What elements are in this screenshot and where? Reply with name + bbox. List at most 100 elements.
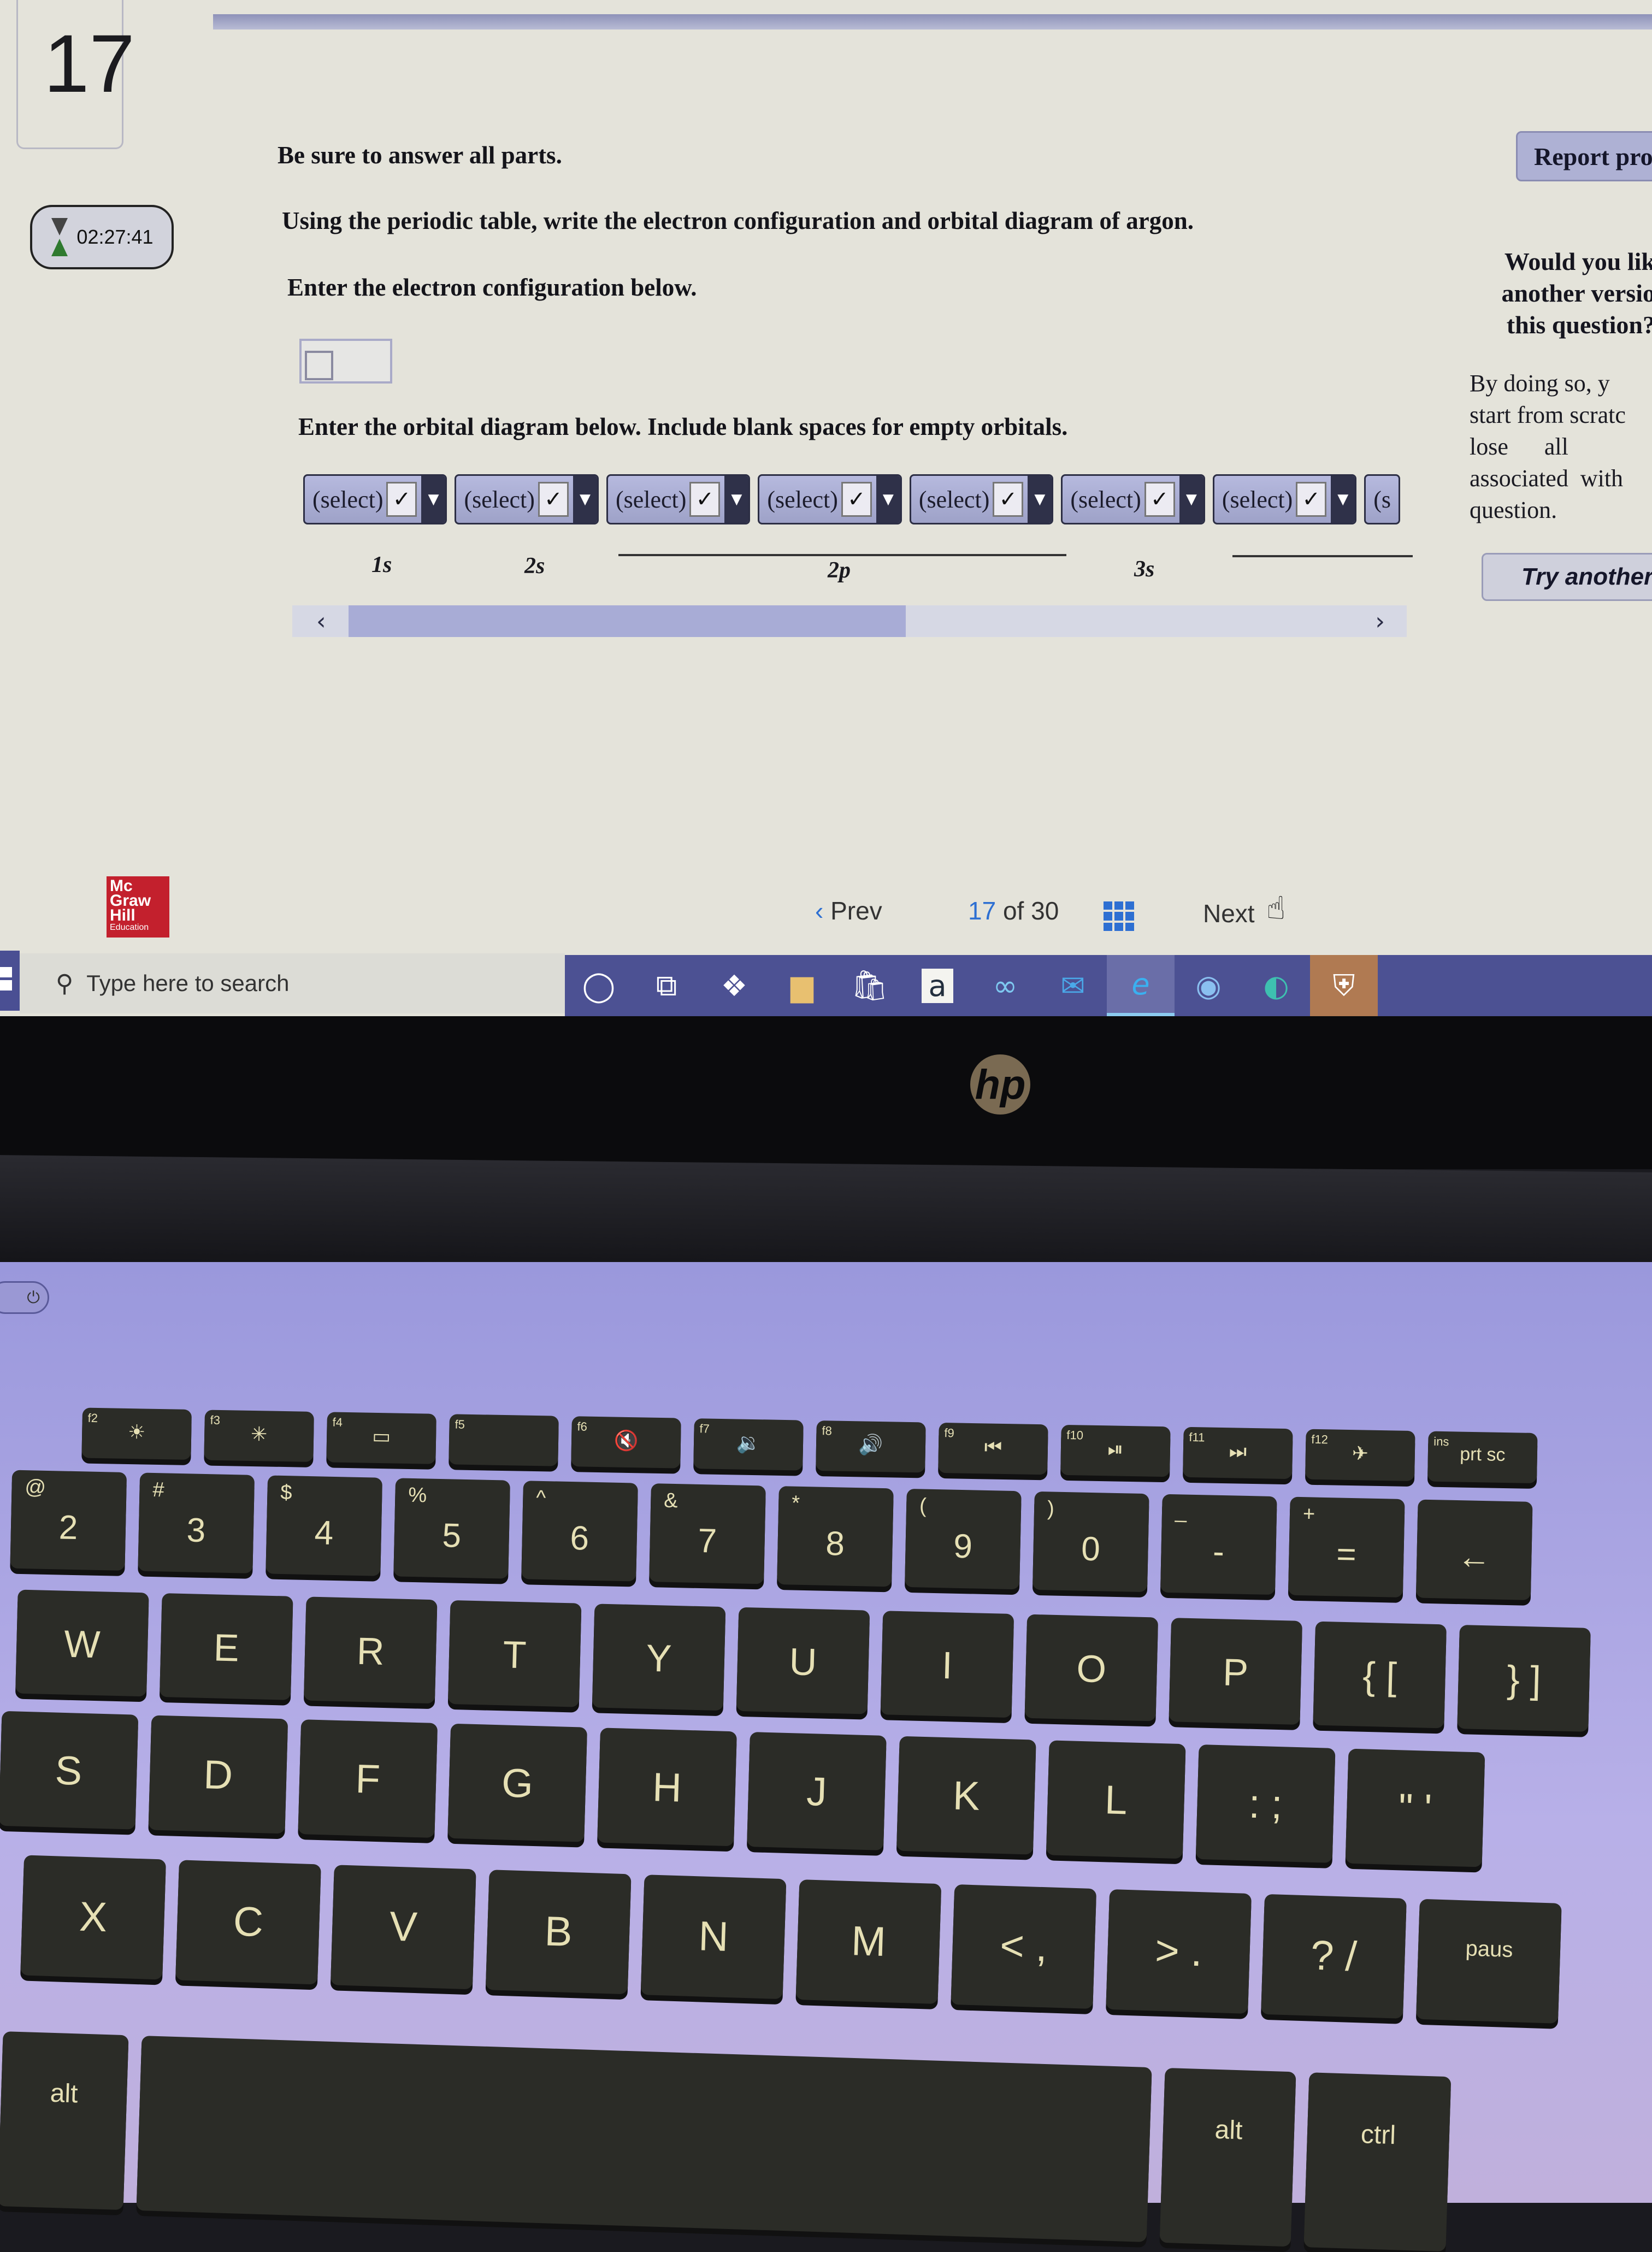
dropdown-arrow-icon[interactable]: ▼ <box>573 476 597 523</box>
key-space[interactable] <box>136 2036 1152 2242</box>
key-h[interactable]: H <box>597 1728 737 1847</box>
key-}][interactable]: } ] <box>1457 1625 1591 1732</box>
orbital-select-5[interactable]: (select) ✓ ▼ <box>909 474 1054 524</box>
key-t[interactable]: T <box>447 1600 582 1707</box>
dropdown-arrow-icon[interactable]: ▼ <box>1179 476 1203 523</box>
mail-icon[interactable]: ✉ <box>1039 955 1107 1016</box>
key-j[interactable]: J <box>747 1732 887 1850</box>
orbital-label-1s: 1s <box>371 552 392 577</box>
power-button[interactable]: ⏻ <box>0 1281 49 1314</box>
key-r[interactable]: R <box>303 1596 438 1704</box>
key-ctrl-right[interactable]: ctrl <box>1303 2072 1452 2252</box>
key-<,[interactable]: < , <box>951 1884 1097 2009</box>
key-7[interactable]: & 7 <box>649 1483 766 1584</box>
electron-configuration-input[interactable] <box>299 339 392 384</box>
orbital-select-3[interactable]: (select) ✓ ▼ <box>606 474 751 524</box>
key-f4[interactable]: f4 ▭ <box>326 1412 436 1464</box>
orbital-select-4[interactable]: (select) ✓ ▼ <box>758 474 902 524</box>
file-explorer-icon[interactable]: ▆ <box>768 955 836 1016</box>
key-f6[interactable]: f6 🔇 <box>571 1416 681 1469</box>
key-u[interactable]: U <box>736 1607 870 1714</box>
key-y[interactable]: Y <box>592 1603 726 1711</box>
key-3[interactable]: #3 <box>138 1472 255 1573</box>
key-l[interactable]: L <box>1046 1740 1186 1859</box>
key-x[interactable]: X <box>20 1855 167 1980</box>
try-another-button[interactable]: Try another <box>1482 553 1652 601</box>
key-f8[interactable]: f8 🔊 <box>816 1420 926 1473</box>
key-f10[interactable]: f10 ⏯ <box>1060 1424 1171 1477</box>
key-"'[interactable]: " ' <box>1345 1748 1485 1867</box>
key-?/[interactable]: ? / <box>1261 1894 1407 2019</box>
orbital-select-6[interactable]: (select) ✓ ▼ <box>1061 474 1205 524</box>
key-b[interactable]: B <box>485 1870 632 1995</box>
key-k[interactable]: K <box>896 1736 1036 1855</box>
key-alt-left[interactable]: alt <box>0 2031 129 2210</box>
key--[interactable]: _ - <box>1160 1494 1277 1595</box>
key-o[interactable]: O <box>1024 1614 1159 1722</box>
chrome-icon[interactable]: ◉ <box>1175 955 1242 1016</box>
dropdown-arrow-icon[interactable]: ▼ <box>1331 476 1355 523</box>
orbital-select-8[interactable]: (s <box>1364 474 1401 524</box>
key-m[interactable]: M <box>795 1879 942 2005</box>
key-w[interactable]: W <box>15 1589 149 1697</box>
key-d[interactable]: D <box>148 1715 288 1834</box>
orbital-horizontal-scrollbar[interactable]: ‹ › <box>292 605 1407 637</box>
report-problem-button[interactable]: Report pro <box>1516 131 1652 181</box>
dropdown-arrow-icon[interactable]: ▼ <box>876 476 900 523</box>
orbital-select-1[interactable]: (select) ✓ ▼ <box>303 474 447 524</box>
question-grid-icon[interactable] <box>1104 901 1134 931</box>
security-shield-icon[interactable]: ⛨ <box>1310 955 1378 1016</box>
orbital-select-2[interactable]: (select) ✓ ▼ <box>455 474 599 524</box>
cortana-icon[interactable]: ◯ <box>565 955 633 1016</box>
key-0[interactable]: ) 0 <box>1032 1491 1149 1593</box>
key-6[interactable]: ^ 6 <box>521 1481 638 1582</box>
key-c[interactable]: C <box>175 1860 321 1985</box>
key-e[interactable]: E <box>160 1593 293 1700</box>
key-f5[interactable]: f5 <box>449 1414 559 1466</box>
key-s[interactable]: S <box>0 1711 139 1830</box>
key-f3[interactable]: f3 ✳ <box>204 1410 314 1462</box>
key-n[interactable]: N <box>640 1874 787 2000</box>
key-4[interactable]: $4 <box>266 1475 383 1576</box>
key-i[interactable]: I <box>880 1611 1014 1718</box>
key-f12[interactable]: f12 ✈ <box>1305 1429 1415 1482</box>
key-paus[interactable]: paus <box>1415 1899 1562 2024</box>
key-f9[interactable]: f9 ⏮ <box>938 1422 1048 1475</box>
key-=[interactable]: + = <box>1288 1496 1405 1597</box>
key-8[interactable]: * 8 <box>777 1486 894 1587</box>
dropbox-icon[interactable]: ❖ <box>700 955 768 1016</box>
key->.[interactable]: > . <box>1106 1889 1252 2014</box>
orbital-select-7[interactable]: (select) ✓ ▼ <box>1212 474 1357 524</box>
next-button[interactable]: Next <box>1203 899 1255 928</box>
dropdown-arrow-icon[interactable]: ▼ <box>1028 476 1052 523</box>
internet-explorer-icon[interactable]: e <box>1107 955 1175 1016</box>
key-alt-right[interactable]: alt <box>1159 2067 1296 2247</box>
edge-icon[interactable]: ◐ <box>1242 955 1310 1016</box>
scroll-right-icon[interactable]: › <box>1375 608 1385 635</box>
key-f[interactable]: F <box>298 1719 438 1838</box>
superscript-box[interactable] <box>305 351 333 380</box>
key-f11[interactable]: f11 ⏭ <box>1183 1426 1293 1479</box>
key-g[interactable]: G <box>447 1723 588 1842</box>
key-f2[interactable]: f2 ☀ <box>81 1407 192 1460</box>
dropdown-arrow-icon[interactable]: ▼ <box>421 476 446 523</box>
dropdown-arrow-icon[interactable]: ▼ <box>724 476 749 523</box>
key-f7[interactable]: f7 🔉 <box>693 1418 804 1471</box>
key-backspace[interactable]: ← <box>1415 1499 1533 1600</box>
key-{[[interactable]: { [ <box>1313 1621 1447 1729</box>
key-p[interactable]: P <box>1169 1618 1303 1725</box>
key-:;[interactable]: : ; <box>1195 1744 1336 1863</box>
scrollbar-thumb[interactable] <box>349 605 906 637</box>
taskbar-search-input[interactable]: ⚲ Type here to search <box>20 953 565 1013</box>
key-2[interactable]: @2 <box>10 1470 127 1571</box>
infinity-app-icon[interactable]: ∞ <box>971 955 1039 1016</box>
key-v[interactable]: V <box>330 1865 476 1990</box>
microsoft-store-icon[interactable]: 🛍 <box>836 955 904 1016</box>
key-5[interactable]: % 5 <box>393 1478 510 1579</box>
scroll-left-icon[interactable]: ‹ <box>316 608 326 635</box>
key-9[interactable]: (9 <box>905 1488 1022 1590</box>
prev-button[interactable]: ‹ Prev <box>815 896 882 925</box>
task-view-icon[interactable]: ⧉ <box>633 955 700 1016</box>
key-ins[interactable]: ins prt sc <box>1427 1431 1538 1484</box>
amazon-icon[interactable]: a <box>904 955 971 1016</box>
